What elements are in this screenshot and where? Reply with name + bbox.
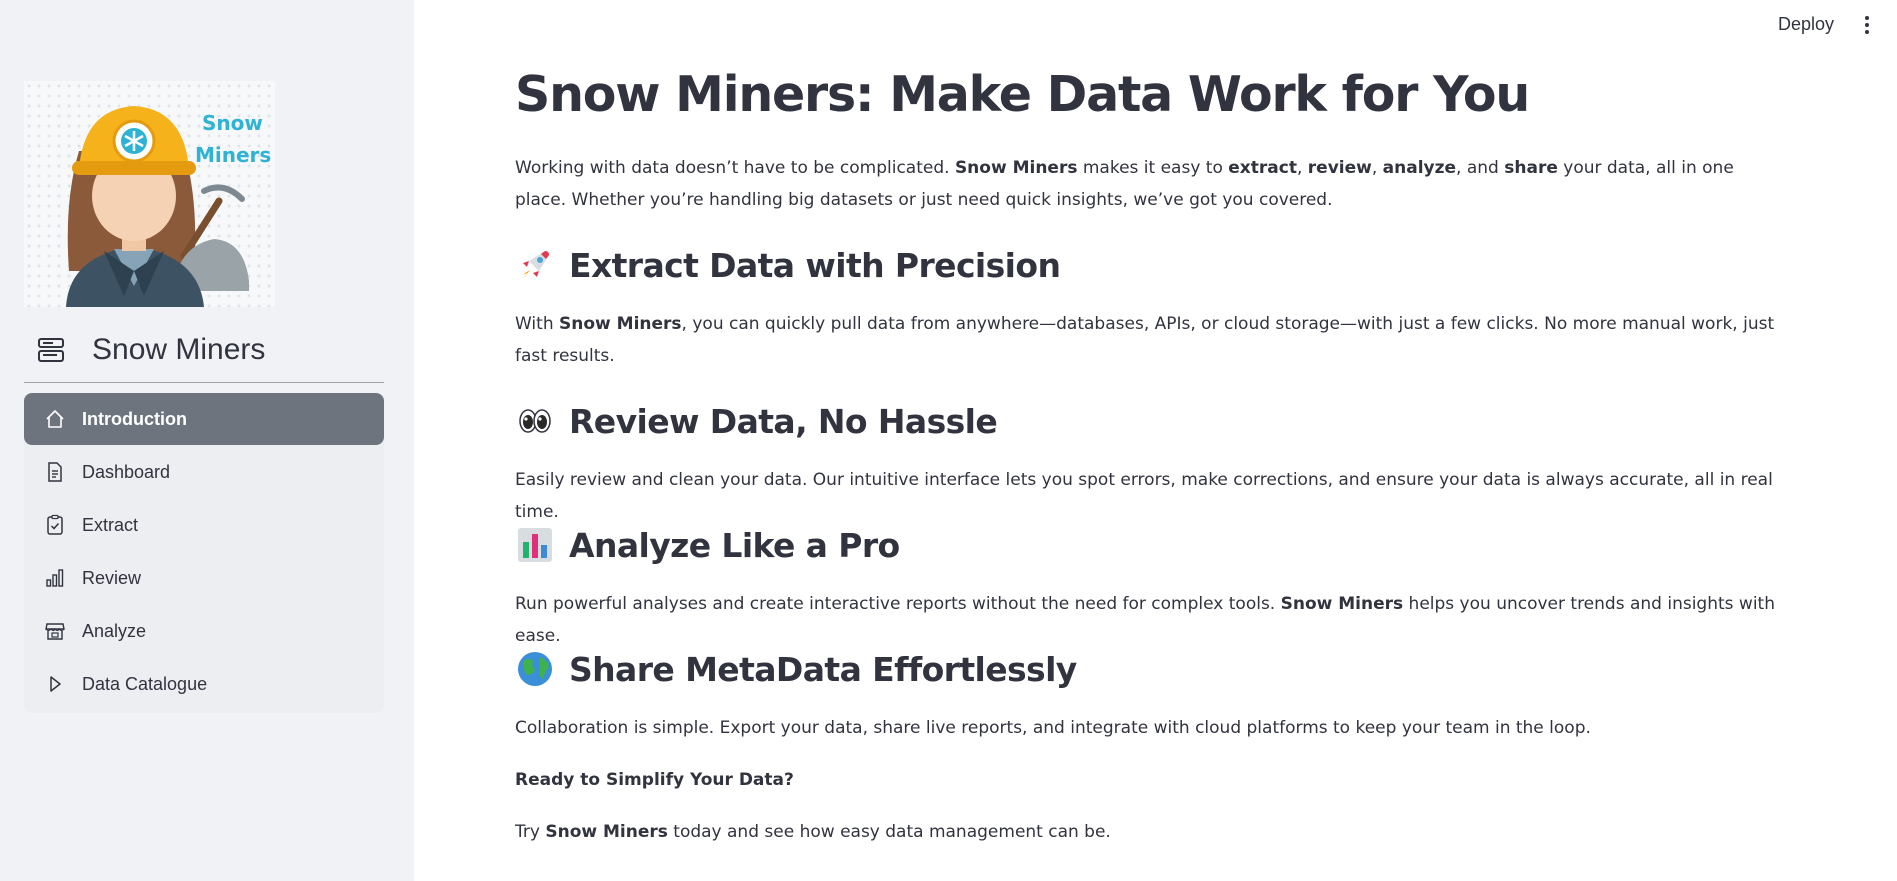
sidebar-item-analyze[interactable]: Analyze <box>24 605 384 657</box>
section-paragraph-extract: With Snow Miners, you can quickly pull d… <box>515 314 1775 366</box>
logo-text-line1: Snow <box>202 111 263 135</box>
sidebar-divider <box>24 382 384 383</box>
section-heading-text: Share MetaData Effortlessly <box>569 649 1077 689</box>
clipboard-check-icon <box>42 512 68 538</box>
more-options-icon[interactable] <box>1860 14 1874 38</box>
section-heading-extract: Extract Data with Precision <box>515 245 1061 285</box>
deploy-button[interactable]: Deploy <box>1778 14 1834 35</box>
bar-chart-icon <box>42 565 68 591</box>
sidebar-item-review[interactable]: Review <box>24 552 384 604</box>
eyes-icon <box>515 401 555 441</box>
sidebar-item-label: Dashboard <box>82 461 171 482</box>
globe-icon <box>515 649 555 689</box>
sidebar-item-introduction[interactable]: Introduction <box>24 393 384 445</box>
sidebar: Snow Miners Snow Miners Introduction Das… <box>0 0 414 881</box>
sidebar-item-label: Analyze <box>82 620 147 641</box>
section-paragraph-share: Collaboration is simple. Export your dat… <box>515 718 1591 738</box>
brand-title: Snow Miners <box>92 333 266 366</box>
section-heading-share: Share MetaData Effortlessly <box>515 649 1077 689</box>
section-heading-analyze: Analyze Like a Pro <box>515 525 900 565</box>
sidebar-item-label: Extract <box>82 514 139 535</box>
sidebar-item-dashboard[interactable]: Dashboard <box>24 446 384 498</box>
sidebar-nav: Introduction Dashboard Extract Review An… <box>24 393 384 713</box>
play-icon <box>42 671 68 697</box>
cta-heading: Ready to Simplify Your Data? <box>515 770 794 790</box>
section-paragraph-analyze: Run powerful analyses and create interac… <box>515 594 1775 646</box>
sidebar-item-extract[interactable]: Extract <box>24 499 384 551</box>
shop-icon <box>42 618 68 644</box>
rocket-icon <box>515 245 555 285</box>
document-icon <box>42 459 68 485</box>
sidebar-item-label: Introduction <box>82 408 187 429</box>
section-heading-text: Review Data, No Hassle <box>569 401 998 441</box>
intro-paragraph: Working with data doesn’t have to be com… <box>515 158 1734 210</box>
section-heading-review: Review Data, No Hassle <box>515 401 998 441</box>
logo-text-line2: Miners <box>195 143 272 167</box>
sidebar-item-data-catalogue[interactable]: Data Catalogue <box>24 658 384 710</box>
page-title: Snow Miners: Make Data Work for You <box>515 66 1530 123</box>
section-paragraph-review: Easily review and clean your data. Our i… <box>515 470 1773 522</box>
section-heading-text: Analyze Like a Pro <box>569 525 900 565</box>
home-icon <box>42 406 68 432</box>
bar-chart-emoji-icon <box>515 525 555 565</box>
cta-paragraph: Try Snow Miners today and see how easy d… <box>515 822 1111 842</box>
app-logo: Snow Miners <box>24 81 275 307</box>
sidebar-item-label: Review <box>82 567 142 588</box>
sidebar-item-label: Data Catalogue <box>82 673 208 694</box>
brand-header: Snow Miners <box>36 330 265 370</box>
menu-list-icon <box>38 338 64 362</box>
section-heading-text: Extract Data with Precision <box>569 245 1061 285</box>
